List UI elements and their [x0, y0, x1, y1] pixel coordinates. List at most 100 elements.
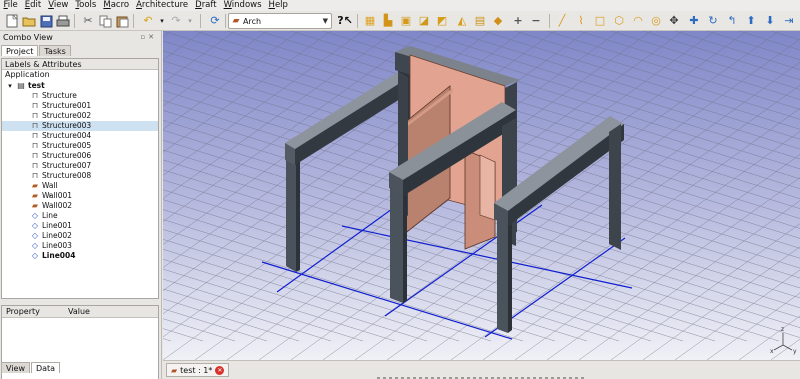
tree-document-label: test [28, 81, 45, 90]
add-icon[interactable]: + [510, 13, 526, 29]
whats-this-icon[interactable]: ?↖ [337, 13, 353, 29]
axis-icon[interactable]: ◩ [434, 13, 450, 29]
document-tab[interactable]: ▰ test : 1* ✕ [166, 363, 230, 377]
cut-icon[interactable]: ✂ [80, 13, 96, 29]
tree-item-label: Line003 [42, 241, 72, 250]
rotate-icon[interactable]: ↻ [705, 13, 721, 29]
tree-item-structure008[interactable]: ⊓ Structure008 [30, 171, 91, 181]
move-icon[interactable]: ✥ [666, 13, 682, 29]
struct-icon: ⊓ [31, 141, 39, 150]
move-arrows-icon[interactable]: ✚ [686, 13, 702, 29]
value-column-header[interactable]: Value [64, 306, 90, 317]
down-arrow-icon[interactable]: ⬇ [762, 13, 778, 29]
property-header: Property Value [2, 306, 158, 318]
document-tab-bar: ▰ test : 1* ✕ [163, 360, 800, 379]
tab-tasks[interactable]: Tasks [39, 45, 71, 56]
3d-viewport[interactable]: x y z [163, 31, 800, 360]
building-icon[interactable]: ◆ [490, 13, 506, 29]
menu-draft[interactable]: Draft [192, 0, 220, 11]
polygon-icon[interactable]: ⬡ [611, 13, 627, 29]
tree-item-wall002[interactable]: ▰ Wall002 [30, 201, 72, 211]
menu-help[interactable]: Help [265, 0, 291, 11]
tree-item-label: Line004 [42, 251, 76, 260]
tree-document-test[interactable]: ▾ ▤ test [6, 81, 45, 91]
tree-item-structure006[interactable]: ⊓ Structure006 [30, 151, 91, 161]
tree-item-line002[interactable]: ◇ Line002 [30, 231, 72, 241]
trim-icon[interactable]: ⇥ [781, 13, 797, 29]
struct-icon: ⊓ [31, 121, 39, 130]
wire-icon[interactable]: ⌇ [573, 13, 589, 29]
expand-icon[interactable]: › [46, 191, 54, 201]
struct-icon: ⊓ [31, 171, 39, 180]
property-column-header[interactable]: Property [2, 306, 64, 317]
struct-icon: ⊓ [31, 91, 39, 100]
window-icon[interactable]: ▣ [398, 13, 414, 29]
tree-item-line004[interactable]: ◇ Line004 [30, 251, 76, 261]
svg-text:z: z [781, 326, 784, 333]
tree-item-label: Wall [42, 181, 58, 190]
tree-item-structure005[interactable]: ⊓ Structure005 [30, 141, 91, 151]
svg-text:y: y [793, 348, 797, 355]
combo-view: Combo View ▫✕ Project Tasks Labels & Att… [0, 31, 162, 379]
collapse-icon[interactable]: ▾ [6, 81, 14, 91]
refresh-icon[interactable]: ⟳ [207, 13, 223, 29]
workbench-selector[interactable]: ▰ Arch ▼ [228, 13, 332, 29]
new-document-icon[interactable] [4, 13, 20, 29]
menu-tools[interactable]: Tools [72, 0, 100, 11]
tree-item-structure003[interactable]: ⊓ Structure003 [2, 121, 158, 131]
tree-item-structure002[interactable]: ⊓ Structure002 [30, 111, 91, 121]
scene: x y z [163, 31, 800, 360]
tree-item-line001[interactable]: ◇ Line001 [30, 221, 72, 231]
tree-item-label: Structure004 [42, 131, 92, 140]
tab-data[interactable]: Data [30, 362, 61, 373]
struct-icon: ⊓ [31, 111, 39, 120]
remove-icon[interactable]: − [528, 13, 544, 29]
tree-item-wall[interactable]: ▰ Wall [30, 181, 58, 191]
document-tab-label: test : 1* [180, 365, 213, 375]
combo-view-title: Combo View [3, 33, 53, 42]
tree-item-label: Structure003 [42, 121, 92, 130]
menu-file[interactable]: File [0, 0, 21, 11]
up-arrow-icon[interactable]: ⬆ [743, 13, 759, 29]
offset-icon[interactable]: ↰ [724, 13, 740, 29]
tree-item-wall001[interactable]: › ▰ Wall001 [30, 191, 72, 201]
arc-icon[interactable]: ◠ [630, 13, 646, 29]
menu-edit[interactable]: Edit [21, 0, 44, 11]
print-icon[interactable] [55, 13, 71, 29]
menu-architecture[interactable]: Architecture [133, 0, 192, 11]
structure-icon[interactable]: ▦ [362, 13, 378, 29]
menu-windows[interactable]: Windows [220, 0, 265, 11]
dock-controls[interactable]: ▫✕ [140, 33, 157, 41]
section-plane-icon[interactable]: ◪ [416, 13, 432, 29]
menu-macro[interactable]: Macro [100, 0, 133, 11]
redo-dropdown-icon[interactable]: ▾ [182, 13, 198, 29]
tree-item-structure[interactable]: ⊓ Structure [30, 91, 77, 101]
tree-item-structure004[interactable]: ⊓ Structure004 [30, 131, 91, 141]
line-icon: ◇ [31, 211, 39, 220]
toolbar: ✂ ↶ ▾ ↷ ▾ ⟳ ▰ Arch ▼ ?↖ ▦ ▙ ▣ ◪ ◩ ◭ ▤ ◆ … [0, 11, 800, 31]
copy-icon[interactable] [97, 13, 113, 29]
workbench-label: Arch [243, 16, 262, 26]
menu-view[interactable]: View [45, 0, 72, 11]
paste-icon[interactable] [114, 13, 130, 29]
tab-project[interactable]: Project [1, 45, 39, 56]
combo-tabs: Project Tasks [1, 45, 72, 56]
tree-item-structure007[interactable]: ⊓ Structure007 [30, 161, 91, 171]
line-icon[interactable]: ╱ [554, 13, 570, 29]
tree-item-line[interactable]: ◇ Line [30, 211, 58, 221]
close-icon[interactable]: ✕ [215, 365, 225, 375]
line-icon: ◇ [31, 251, 39, 260]
roof-icon[interactable]: ◭ [454, 13, 470, 29]
tree-item-structure001[interactable]: ⊓ Structure001 [30, 101, 91, 111]
site-icon[interactable]: ▤ [472, 13, 488, 29]
rectangle-icon[interactable]: □ [592, 13, 608, 29]
tree-item-label: Structure [42, 91, 77, 100]
tree-item-line003[interactable]: ◇ Line003 [30, 241, 72, 251]
tab-view[interactable]: View [1, 362, 30, 373]
circle-icon[interactable]: ◎ [648, 13, 664, 29]
tree-item-label: Wall002 [42, 201, 73, 210]
chevron-down-icon: ▼ [322, 17, 328, 25]
wall-icon[interactable]: ▙ [380, 13, 396, 29]
open-file-icon[interactable] [21, 13, 37, 29]
save-icon[interactable] [38, 13, 54, 29]
